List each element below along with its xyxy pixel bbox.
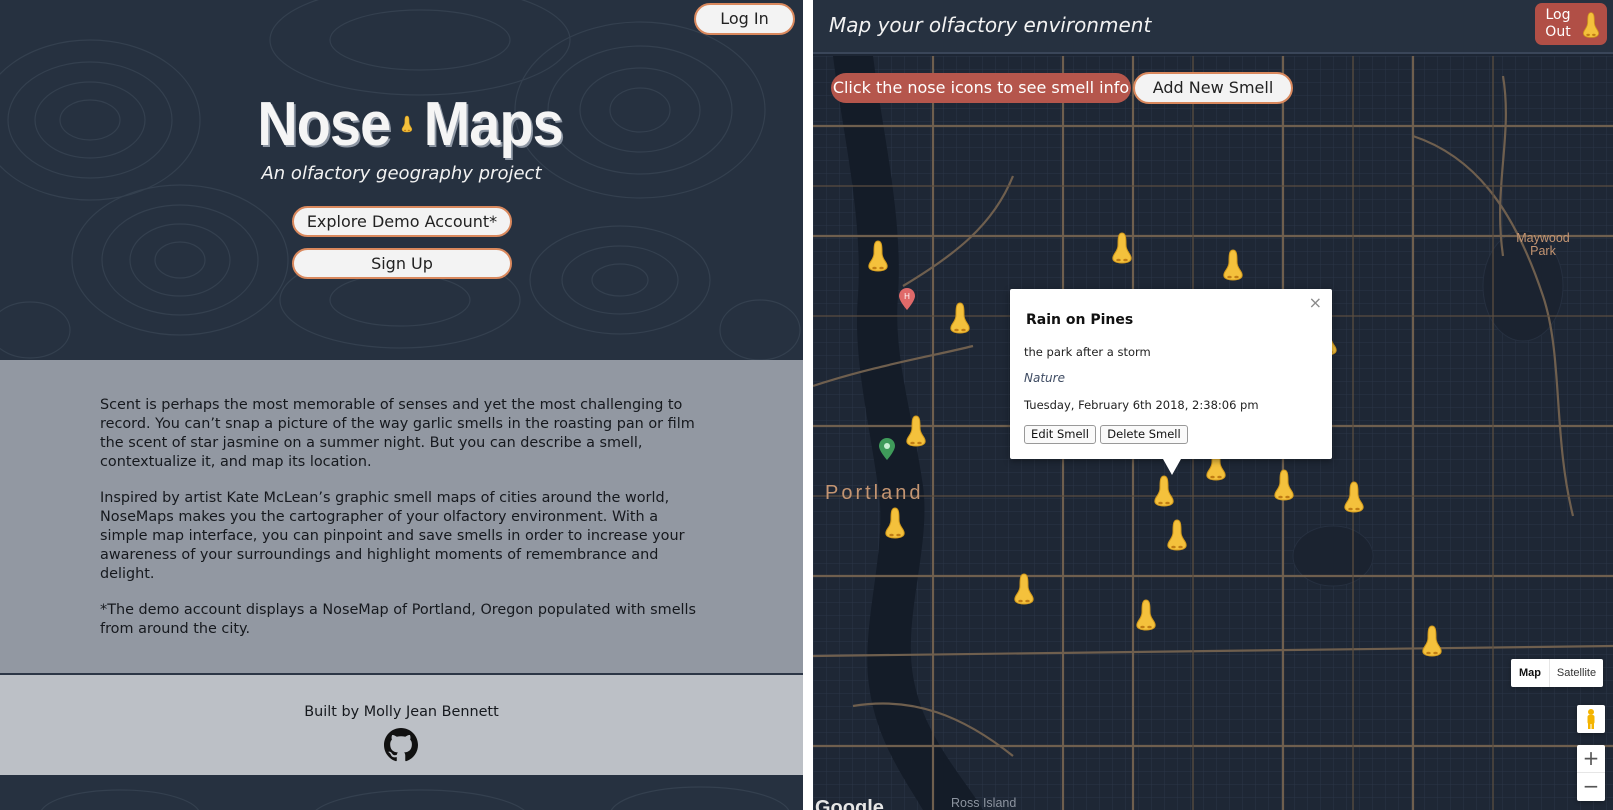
smell-marker-nose-icon[interactable] [865, 239, 891, 273]
smell-info-window: × Rain on Pines the park after a storm N… [1010, 289, 1332, 459]
smell-marker-nose-icon[interactable] [1164, 518, 1190, 552]
smell-title: Rain on Pines [1026, 312, 1134, 328]
hospital-poi-icon[interactable]: H [899, 288, 915, 310]
logout-button[interactable]: Log Out [1535, 3, 1607, 45]
map-label-portland: Portland [825, 482, 924, 504]
smell-marker-nose-icon[interactable] [1220, 248, 1246, 282]
app-logo: Nose Maps [250, 84, 570, 164]
svg-text:H: H [904, 292, 910, 301]
map-type-map-button[interactable]: Map [1511, 659, 1549, 687]
landing-page: Log In Nose Maps An olfactory geography … [0, 0, 803, 810]
delete-smell-button[interactable]: Delete Smell [1100, 425, 1188, 444]
add-new-smell-button[interactable]: Add New Smell [1133, 72, 1293, 104]
map-app: Map your olfactory environment Log Out P… [813, 0, 1613, 810]
smell-category: Nature [1024, 371, 1065, 385]
zoom-in-button[interactable]: + [1577, 745, 1605, 773]
zoom-out-button[interactable]: − [1577, 773, 1605, 801]
smell-marker-nose-icon[interactable] [903, 414, 929, 448]
smell-marker-nose-icon[interactable] [1011, 572, 1037, 606]
smell-marker-nose-icon[interactable] [1341, 480, 1367, 514]
google-attribution: Google [815, 797, 884, 810]
tagline: An olfactory geography project [261, 163, 542, 184]
close-icon[interactable]: × [1309, 293, 1322, 312]
edit-smell-button[interactable]: Edit Smell [1024, 425, 1096, 444]
logo-word-nose: Nose [257, 89, 391, 159]
app-title: Map your olfactory environment [829, 13, 1152, 37]
logout-label: Log Out [1545, 7, 1571, 40]
panel-separator [803, 0, 813, 810]
smell-map[interactable]: Portland Maywood Park Ross Island Google… [813, 56, 1613, 810]
map-hint-banner: Click the nose icons to see smell info [831, 73, 1131, 103]
nose-icon [1583, 12, 1599, 38]
login-button[interactable]: Log In [694, 3, 795, 35]
about-section: Scent is perhaps the most memorable of s… [0, 360, 803, 675]
footer: Built by Molly Jean Bennett [0, 675, 803, 775]
zoom-control: + − [1577, 745, 1605, 801]
nose-icon [401, 115, 412, 133]
about-paragraph-2: Inspired by artist Kate McLean’s graphic… [100, 490, 685, 582]
logo-word-maps: Maps [423, 89, 563, 159]
signup-button[interactable]: Sign Up [292, 248, 512, 279]
smell-date: Tuesday, February 6th 2018, 2:38:06 pm [1024, 398, 1259, 412]
smell-marker-nose-icon[interactable] [1271, 468, 1297, 502]
map-label-ross-island: Ross Island [951, 796, 1017, 810]
map-type-control: Map Satellite [1511, 659, 1603, 687]
smell-marker-nose-icon[interactable] [1133, 598, 1159, 632]
pegman-icon [1587, 709, 1595, 729]
map-type-satellite-button[interactable]: Satellite [1549, 659, 1603, 687]
info-window-tail [1163, 459, 1181, 475]
smell-marker-nose-icon[interactable] [1419, 624, 1445, 658]
smell-marker-nose-icon-selected[interactable] [1151, 474, 1177, 508]
demo-footnote: *The demo account displays a NoseMap of … [100, 602, 697, 637]
smell-marker-nose-icon[interactable] [882, 506, 908, 540]
map-label-maywood-park: Maywood Park [1516, 231, 1570, 258]
topographic-background-bottom [40, 786, 790, 810]
smell-marker-nose-icon[interactable] [1109, 231, 1135, 265]
footer-credit: Built by Molly Jean Bennett [304, 704, 499, 720]
explore-demo-button[interactable]: Explore Demo Account* [292, 206, 512, 237]
github-icon[interactable] [384, 728, 418, 762]
street-view-pegman-icon[interactable] [1577, 705, 1605, 733]
park-poi-icon[interactable] [879, 438, 895, 460]
about-paragraph-1: Scent is perhaps the most memorable of s… [100, 397, 695, 470]
app-header: Map your olfactory environment Log Out [813, 0, 1613, 54]
smell-description: the park after a storm [1024, 345, 1151, 359]
smell-marker-nose-icon[interactable] [947, 301, 973, 335]
